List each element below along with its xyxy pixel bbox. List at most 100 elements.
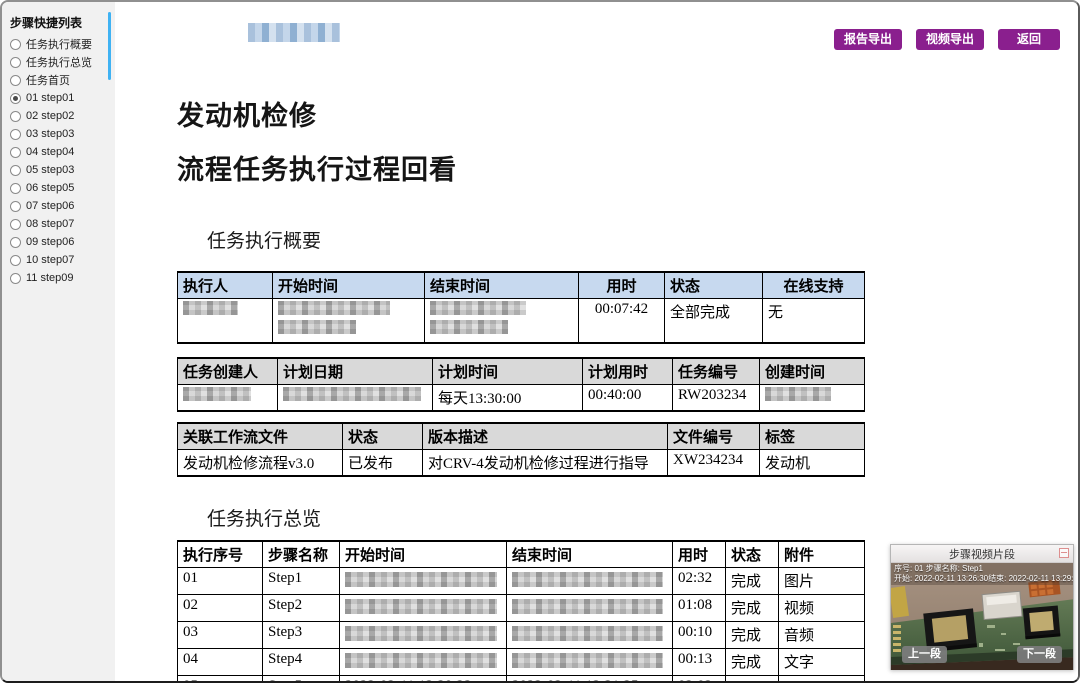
end-time-cell	[507, 622, 673, 649]
doc-title-line1: 发动机检修	[177, 94, 317, 133]
sidebar-step-item[interactable]: 任务执行总览	[2, 53, 115, 71]
column-header: 计划用时	[583, 358, 673, 385]
duration-cell: 02:02	[673, 676, 726, 683]
table-row: 01 Step1 02:32 完成 图片	[178, 568, 865, 595]
doc-title-line2: 流程任务执行过程回看	[177, 148, 457, 187]
sidebar-step-item[interactable]: 10 step07	[2, 251, 115, 269]
radio-icon[interactable]	[10, 129, 21, 140]
radio-icon[interactable]	[10, 201, 21, 212]
redacted-text	[430, 320, 508, 334]
start-time-cell	[340, 568, 507, 595]
plan-table: 任务创建人 计划日期 计划时间 计划用时 任务编号 创建时间 每天13:30:0…	[177, 357, 865, 412]
seq-cell: 04	[178, 649, 263, 676]
column-header: 计划日期	[278, 358, 433, 385]
sidebar-step-item[interactable]: 任务执行概要	[2, 35, 115, 53]
radio-icon[interactable]	[10, 147, 21, 158]
sidebar-item-label: 05 step03	[26, 164, 74, 176]
sidebar-step-item[interactable]: 03 step03	[2, 125, 115, 143]
duration-cell: 00:13	[673, 649, 726, 676]
table-row: 发动机检修流程v3.0 已发布 对CRV-4发动机检修过程进行指导 XW2342…	[178, 450, 865, 477]
toolbar: 报告导出 视频导出 返回	[834, 29, 1060, 50]
radio-icon[interactable]	[10, 183, 21, 194]
column-header: 版本描述	[423, 423, 668, 450]
sidebar-step-item[interactable]: 02 step02	[2, 107, 115, 125]
next-segment-button[interactable]: 下一段	[1017, 646, 1062, 663]
redacted-text	[278, 320, 356, 334]
report-export-button[interactable]: 报告导出	[834, 29, 902, 50]
sidebar-item-label: 07 step06	[26, 200, 74, 212]
step-name-cell: Step5	[263, 676, 340, 683]
start-time-cell	[340, 622, 507, 649]
column-header: 标签	[760, 423, 865, 450]
step-name-cell: Step1	[263, 568, 340, 595]
table-row: 04 Step4 00:13 完成 文字	[178, 649, 865, 676]
summary-table: 执行人 开始时间 结束时间 用时 状态 在线支持 00:07:42 全部完成	[177, 271, 865, 344]
radio-icon[interactable]	[10, 165, 21, 176]
sidebar-step-item[interactable]: 04 step04	[2, 143, 115, 161]
column-header: 状态	[343, 423, 423, 450]
radio-icon[interactable]	[10, 93, 21, 104]
sidebar-item-label: 06 step05	[26, 182, 74, 194]
redacted-cell	[178, 299, 273, 343]
attachment-cell: 音频	[779, 622, 865, 649]
sidebar-item-label: 04 step04	[26, 146, 74, 158]
section-title-steps: 任务执行总览	[207, 504, 321, 531]
video-frame[interactable]: 序号: 01 步骤名称: Step1 开始: 2022-02-11 13:26:…	[891, 563, 1073, 670]
status-cell: 完成	[726, 676, 779, 683]
duration-cell: 00:10	[673, 622, 726, 649]
sidebar-step-item[interactable]: 11 step09	[2, 269, 115, 287]
column-header: 用时	[579, 272, 665, 299]
video-export-button[interactable]: 视频导出	[916, 29, 984, 50]
sidebar-step-item[interactable]: 08 step07	[2, 215, 115, 233]
sidebar-item-label: 任务执行总览	[26, 54, 92, 70]
radio-icon[interactable]	[10, 273, 21, 284]
redacted-text	[512, 572, 663, 587]
video-start-time: 开始: 2022-02-11 13:26:30	[894, 574, 988, 584]
workflow-file-cell: 发动机检修流程v3.0	[178, 450, 343, 477]
column-header: 附件	[779, 541, 865, 568]
video-panel-title: 步骤视频片段	[949, 546, 1015, 562]
table-header-row: 执行序号 步骤名称 开始时间 结束时间 用时 状态 附件	[178, 541, 865, 568]
status-cell: 完成	[726, 595, 779, 622]
video-panel-titlebar[interactable]: 步骤视频片段	[891, 545, 1073, 563]
radio-icon[interactable]	[10, 57, 21, 68]
minimize-icon[interactable]	[1059, 548, 1069, 558]
sidebar-step-item[interactable]: 06 step05	[2, 179, 115, 197]
start-time-cell: 2022-02-11 13:29:23	[340, 676, 507, 683]
seq-cell: 01	[178, 568, 263, 595]
table-header-row: 关联工作流文件 状态 版本描述 文件编号 标签	[178, 423, 865, 450]
sidebar-item-label: 11 step09	[26, 272, 74, 284]
seq-cell: 03	[178, 622, 263, 649]
radio-icon[interactable]	[10, 75, 21, 86]
table-row: 05 Step5 2022-02-11 13:29:23 2022-02-11 …	[178, 676, 865, 683]
redacted-text	[283, 387, 421, 401]
radio-icon[interactable]	[10, 111, 21, 122]
redacted-cell	[273, 299, 425, 343]
radio-icon[interactable]	[10, 39, 21, 50]
column-header: 步骤名称	[263, 541, 340, 568]
column-header: 文件编号	[668, 423, 760, 450]
sidebar-step-item[interactable]: 任务首页	[2, 71, 115, 89]
attachment-cell: 数字	[779, 676, 865, 683]
radio-icon[interactable]	[10, 255, 21, 266]
column-header: 在线支持	[763, 272, 865, 299]
support-cell: 无	[763, 299, 865, 343]
sidebar-step-item[interactable]: 01 step01	[2, 89, 115, 107]
sidebar-scroll-indicator[interactable]	[108, 12, 111, 80]
radio-icon[interactable]	[10, 237, 21, 248]
redacted-text	[765, 387, 831, 401]
table-row: 00:07:42 全部完成 无	[178, 299, 865, 343]
step-name-cell: Step3	[263, 622, 340, 649]
step-name-cell: Step4	[263, 649, 340, 676]
radio-icon[interactable]	[10, 219, 21, 230]
prev-segment-button[interactable]: 上一段	[902, 646, 947, 663]
column-header: 执行人	[178, 272, 273, 299]
back-button[interactable]: 返回	[998, 29, 1060, 50]
redacted-cell	[760, 385, 865, 412]
sidebar-step-item[interactable]: 07 step06	[2, 197, 115, 215]
attachment-cell: 文字	[779, 649, 865, 676]
sidebar-step-item[interactable]: 09 step06	[2, 233, 115, 251]
sidebar-step-item[interactable]: 05 step03	[2, 161, 115, 179]
column-header: 状态	[665, 272, 763, 299]
redacted-text	[345, 653, 497, 668]
